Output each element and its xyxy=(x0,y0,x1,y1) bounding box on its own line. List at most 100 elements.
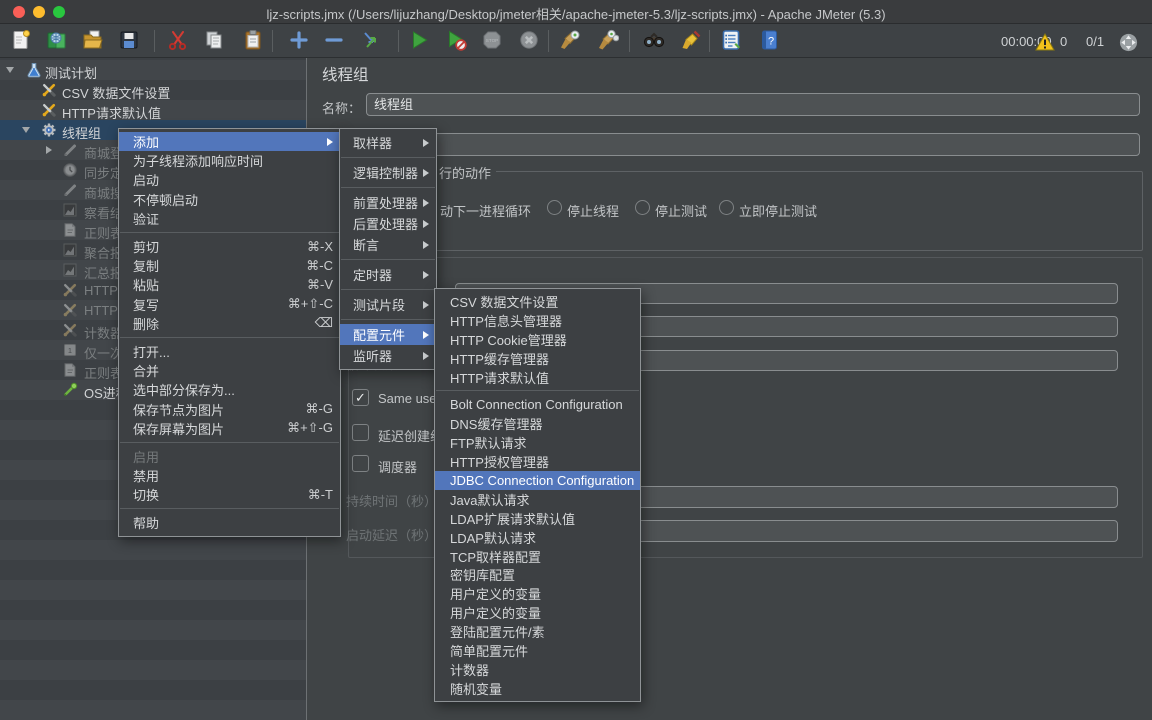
window-title: ljz-scripts.jmx (/Users/lijuzhang/Deskto… xyxy=(266,7,886,22)
menu-item-15[interactable]: 密钥库配置 xyxy=(435,565,640,584)
function-helper-button[interactable] xyxy=(718,28,744,54)
menu-item-6[interactable]: 剪切 ⌘-X xyxy=(119,237,340,256)
open-file-button[interactable] xyxy=(80,28,106,54)
menu-item-12[interactable]: LDAP扩展请求默认值 xyxy=(435,509,640,528)
radio-1[interactable] xyxy=(635,200,650,215)
templates-button[interactable] xyxy=(44,28,70,54)
menu-item-8[interactable]: 定时器 xyxy=(340,264,436,285)
expand-arrow-icon[interactable] xyxy=(6,67,14,73)
config-tools-icon xyxy=(41,82,57,98)
clear-all-button[interactable] xyxy=(595,28,621,54)
menu-item-20[interactable]: 切换 ⌘-T xyxy=(119,485,340,504)
menu-item-10[interactable]: 测试片段 xyxy=(340,294,436,315)
menu-item-13[interactable]: LDAP默认请求 xyxy=(435,528,640,547)
menu-shortcut: ⌫ xyxy=(314,315,333,331)
menu-item-16[interactable]: 用户定义的变量 xyxy=(435,584,640,603)
menu-item-19[interactable]: 简单配置元件 xyxy=(435,641,640,660)
tree-item-config-tools-2[interactable]: HTTP请求默认值 xyxy=(0,100,306,121)
cut-button[interactable] xyxy=(165,28,191,54)
submenu-arrow-icon xyxy=(423,168,429,177)
menu-item-2[interactable]: 启动 xyxy=(119,170,340,189)
menu-item-3[interactable]: HTTP缓存管理器 xyxy=(435,349,640,368)
expand-arrow-icon[interactable] xyxy=(22,127,30,133)
menu-item-13[interactable]: 合并 xyxy=(119,361,340,380)
menu-item-6[interactable]: 断言 xyxy=(340,234,436,255)
radio-0[interactable] xyxy=(547,200,562,215)
menu-item-12[interactable]: 配置元件 xyxy=(340,324,436,345)
menu-item-7[interactable]: DNS缓存管理器 xyxy=(435,414,640,433)
menu-item-14[interactable]: TCP取样器配置 xyxy=(435,547,640,566)
menu-item-9[interactable]: 复写 ⌘+⇧-C xyxy=(119,295,340,314)
menu-item-11[interactable]: Java默认请求 xyxy=(435,490,640,509)
menu-item-4[interactable]: HTTP请求默认值 xyxy=(435,368,640,387)
save-button[interactable] xyxy=(116,28,142,54)
menu-item-9[interactable]: HTTP授权管理器 xyxy=(435,452,640,471)
menu-item-5[interactable]: 后置处理器 xyxy=(340,213,436,234)
collapse-all-button[interactable] xyxy=(321,28,347,54)
toolbar-separator xyxy=(272,30,273,52)
remote-indicator-button[interactable] xyxy=(1115,29,1141,55)
delay-create-checkbox[interactable] xyxy=(352,424,369,441)
menu-item-3[interactable]: 不停顿启动 xyxy=(119,190,340,209)
paste-button[interactable] xyxy=(240,28,266,54)
menu-item-8[interactable]: 粘贴 ⌘-V xyxy=(119,275,340,294)
stop-button[interactable]: STOP xyxy=(479,28,505,54)
menu-item-6[interactable]: Bolt Connection Configuration xyxy=(435,395,640,414)
clear-button[interactable] xyxy=(557,28,583,54)
radio-2[interactable] xyxy=(719,200,734,215)
menu-item-2[interactable]: 逻辑控制器 xyxy=(340,162,436,183)
shutdown-button[interactable] xyxy=(516,28,542,54)
menu-item-19[interactable]: 禁用 xyxy=(119,466,340,485)
radio-continue-label-fragment[interactable]: 动下一进程循环 xyxy=(440,201,531,220)
menu-item-2[interactable]: HTTP Cookie管理器 xyxy=(435,330,640,349)
toggle-button[interactable] xyxy=(358,28,384,54)
copy-button[interactable] xyxy=(201,28,227,54)
log-errors-button[interactable] xyxy=(1032,29,1058,55)
comments-field[interactable] xyxy=(366,133,1140,156)
menu-item-0[interactable]: CSV 数据文件设置 xyxy=(435,292,640,311)
menu-item-10[interactable]: 删除 ⌫ xyxy=(119,314,340,333)
menu-item-20[interactable]: 计数器 xyxy=(435,660,640,679)
menu-item-21[interactable]: 随机变量 xyxy=(435,679,640,698)
svg-text:STOP: STOP xyxy=(486,38,498,43)
start-no-pauses-button[interactable] xyxy=(443,28,469,54)
menu-item-14[interactable]: 选中部分保存为... xyxy=(119,380,340,399)
menu-item-0[interactable]: 取样器 xyxy=(340,132,436,153)
title-bar: ljz-scripts.jmx (/Users/lijuzhang/Deskto… xyxy=(0,0,1152,24)
menu-item-1[interactable]: HTTP信息头管理器 xyxy=(435,311,640,330)
menu-item-12[interactable]: 打开... xyxy=(119,342,340,361)
expand-all-button[interactable] xyxy=(286,28,312,54)
menu-item-18[interactable]: 启用 xyxy=(119,447,340,466)
extractor-doc-icon xyxy=(62,222,78,238)
menu-item-1[interactable]: 为子线程添加响应时间 xyxy=(119,151,340,170)
menu-item-16[interactable]: 保存屏幕为图片 ⌘+⇧-G xyxy=(119,419,340,438)
context-menu: 添加 为子线程添加响应时间 启动 不停顿启动 验证剪切 ⌘-X 复制 ⌘-C 粘贴 ⌘-V 复写 ⌘+… xyxy=(118,128,341,537)
menu-item-17[interactable]: 用户定义的变量 xyxy=(435,603,640,622)
menu-item-22[interactable]: 帮助 xyxy=(119,513,340,532)
menu-item-18[interactable]: 登陆配置元件/素 xyxy=(435,622,640,641)
collapse-arrow-icon[interactable] xyxy=(46,146,52,154)
search-reset-button[interactable] xyxy=(678,28,704,54)
start-button[interactable] xyxy=(406,28,432,54)
help-button[interactable]: ? xyxy=(756,28,782,54)
config-element-submenu: CSV 数据文件设置 HTTP信息头管理器 HTTP Cookie管理器 HTTP缓存… xyxy=(434,288,641,702)
tree-item-test-plan-0[interactable]: 测试计划 xyxy=(0,60,306,81)
same-user-checkbox[interactable]: ✓ xyxy=(352,389,369,406)
menu-item-0[interactable]: 添加 xyxy=(119,132,340,152)
tree-item-config-tools-1[interactable]: CSV 数据文件设置 xyxy=(0,80,306,101)
name-field[interactable]: 线程组 xyxy=(366,93,1140,116)
save-icon xyxy=(118,29,140,54)
menu-item-13[interactable]: 监听器 xyxy=(340,345,436,366)
menu-shortcut: ⌘+⇧-G xyxy=(287,420,333,436)
menu-item-4[interactable]: 前置处理器 xyxy=(340,192,436,213)
menu-item-10[interactable]: JDBC Connection Configuration xyxy=(435,471,640,490)
menu-item-8[interactable]: FTP默认请求 xyxy=(435,433,640,452)
search-button[interactable] xyxy=(641,28,667,54)
menu-separator xyxy=(341,157,435,158)
new-file-button[interactable] xyxy=(8,28,34,54)
menu-item-7[interactable]: 复制 ⌘-C xyxy=(119,256,340,275)
function-helper-icon xyxy=(720,29,742,54)
menu-item-4[interactable]: 验证 xyxy=(119,209,340,228)
menu-item-15[interactable]: 保存节点为图片 ⌘-G xyxy=(119,399,340,418)
scheduler-checkbox[interactable] xyxy=(352,455,369,472)
